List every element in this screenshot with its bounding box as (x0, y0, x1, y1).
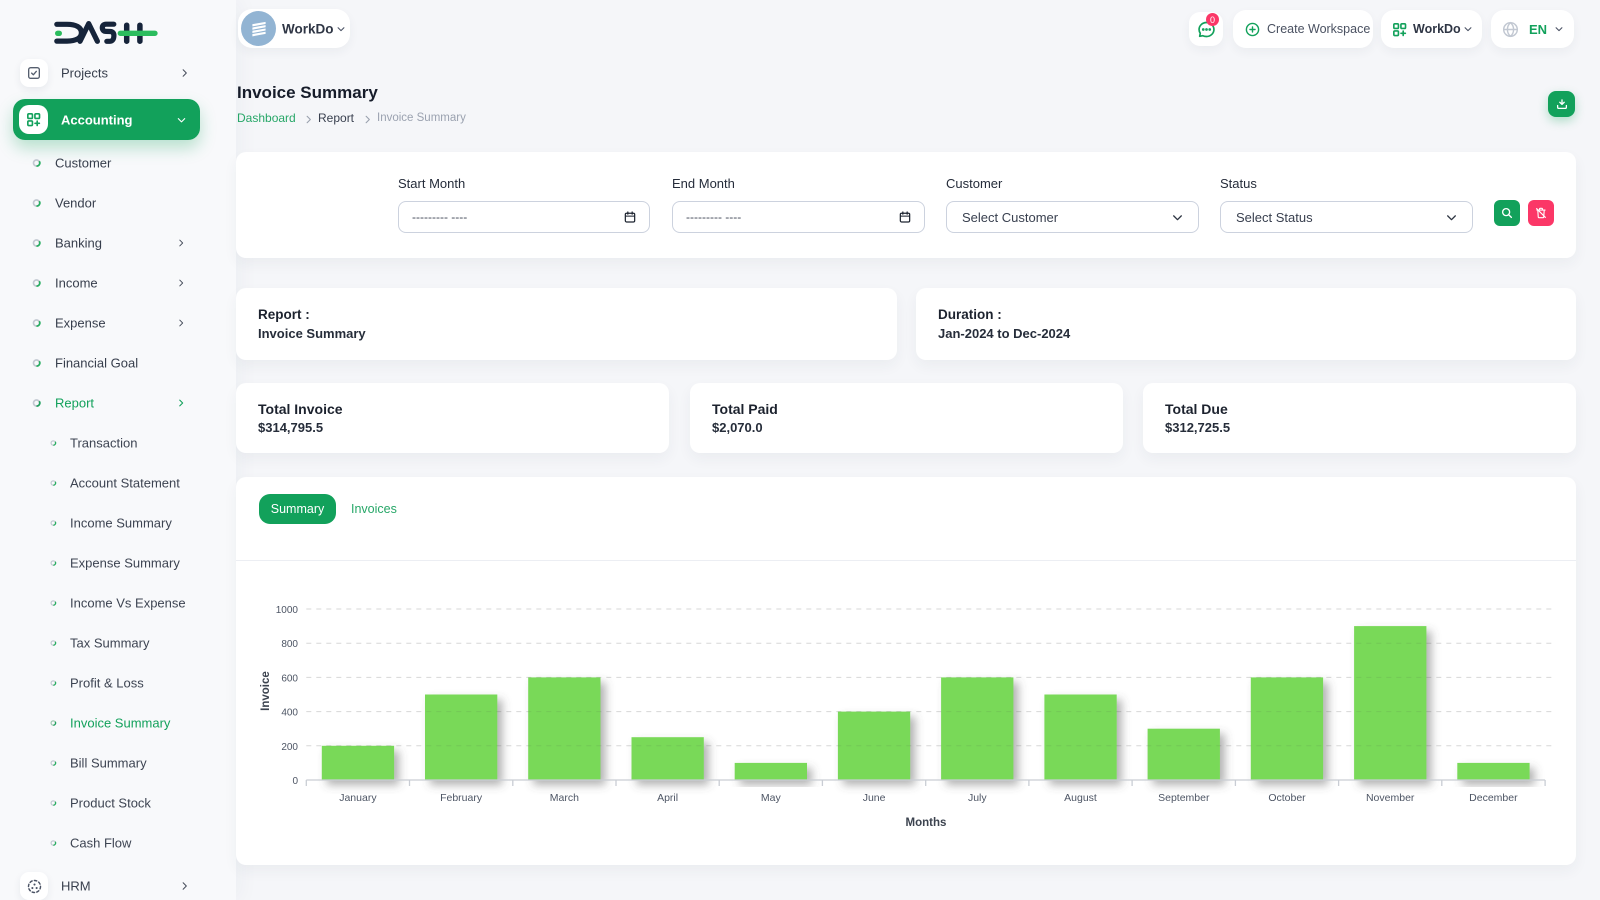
svg-text:Months: Months (906, 817, 947, 829)
svg-text:February: February (440, 792, 483, 804)
svg-text:September: September (1158, 792, 1210, 804)
svg-text:200: 200 (281, 742, 298, 753)
svg-text:800: 800 (281, 639, 298, 650)
svg-text:400: 400 (281, 708, 298, 719)
svg-text:July: July (968, 792, 987, 804)
svg-text:October: October (1268, 792, 1306, 804)
svg-text:November: November (1366, 792, 1415, 804)
svg-text:March: March (550, 792, 579, 804)
svg-text:0: 0 (292, 776, 298, 787)
svg-text:August: August (1064, 792, 1097, 804)
svg-text:Invoice: Invoice (260, 671, 272, 711)
svg-text:June: June (863, 792, 886, 804)
svg-text:April: April (657, 792, 678, 804)
svg-text:December: December (1469, 792, 1518, 804)
svg-text:May: May (761, 792, 782, 804)
svg-text:1000: 1000 (276, 605, 299, 616)
svg-text:January: January (339, 792, 377, 804)
svg-text:600: 600 (281, 673, 298, 684)
